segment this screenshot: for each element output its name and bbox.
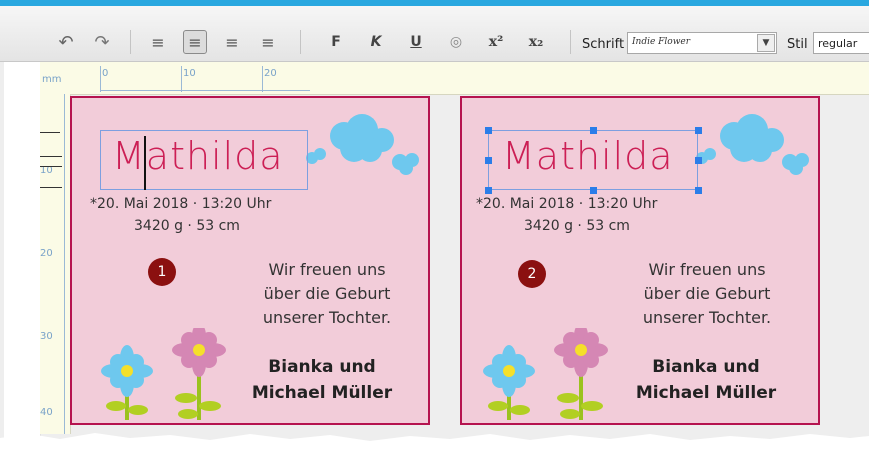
resize-handle[interactable] <box>485 157 492 164</box>
underline-icon: U <box>410 34 422 50</box>
step-badge: 1 <box>148 258 176 286</box>
message-line: Wir freuen uns <box>648 260 766 279</box>
superscript-icon: x² <box>488 34 504 50</box>
font-select-value: Indie Flower <box>632 37 691 47</box>
ruler-label: 20 <box>264 68 277 79</box>
editor-window: ↶ ↷ ≡ ≡ ≡ ≡ F K U ◎ x² x₂ Schrift Indie … <box>0 0 869 452</box>
birth-weight[interactable]: 3420 g · 53 cm <box>134 218 240 234</box>
message-line: Wir freuen uns <box>268 260 386 279</box>
message-line: unserer Tochter. <box>642 308 772 327</box>
margin-mark <box>40 166 62 167</box>
align-left-button[interactable]: ≡ <box>146 30 170 54</box>
resize-handle[interactable] <box>485 127 492 134</box>
toolbar-separator <box>130 30 131 54</box>
italic-icon: K <box>370 34 382 50</box>
align-center-icon: ≡ <box>188 32 202 52</box>
message-line: unserer Tochter. <box>262 308 392 327</box>
resize-handle[interactable] <box>695 157 702 164</box>
bold-icon: F <box>331 34 341 50</box>
cloud-decoration <box>306 114 419 175</box>
chevron-down-icon[interactable]: ▼ <box>757 34 775 52</box>
parents-names[interactable]: Bianka und Michael Müller <box>232 354 412 406</box>
toolbar-separator <box>300 30 301 54</box>
align-justify-button[interactable]: ≡ <box>256 30 280 54</box>
margin-mark <box>40 156 62 157</box>
announcement-text[interactable]: Wir freuen uns über die Geburt unserer T… <box>622 258 792 330</box>
horizontal-ruler: 0 10 20 <box>40 62 869 95</box>
ruler-label: 0 <box>102 68 109 79</box>
align-right-icon: ≡ <box>225 32 239 52</box>
birth-date[interactable]: *20. Mai 2018 · 13:20 Uhr <box>476 196 657 212</box>
baby-name[interactable]: Mathilda <box>112 134 284 178</box>
baby-name[interactable]: Mathilda <box>502 134 674 178</box>
cloud-decoration <box>696 114 809 175</box>
ruler-label: 30 <box>40 331 53 342</box>
style-label: Stil <box>787 37 808 52</box>
font-label: Schrift <box>582 37 625 52</box>
redo-icon: ↷ <box>94 31 110 53</box>
subscript-icon: x₂ <box>528 34 544 50</box>
style-select[interactable]: regular <box>813 32 869 54</box>
announcement-text[interactable]: Wir freuen uns über die Geburt unserer T… <box>242 258 412 330</box>
align-right-button[interactable]: ≡ <box>220 30 244 54</box>
undo-icon: ↶ <box>58 31 74 53</box>
resize-handle[interactable] <box>695 127 702 134</box>
parents-line: Bianka und <box>652 357 760 377</box>
card-2[interactable]: Mathilda *20. Mai 2018 · 13:20 Uhr 3420 … <box>460 96 820 425</box>
align-left-icon: ≡ <box>151 32 165 52</box>
left-margin-strip <box>4 62 41 452</box>
outline-button[interactable]: ◎ <box>444 30 468 54</box>
flower-decoration <box>483 328 608 420</box>
birth-date[interactable]: *20. Mai 2018 · 13:20 Uhr <box>90 196 271 212</box>
parents-line: Michael Müller <box>635 383 777 403</box>
parents-names[interactable]: Bianka und Michael Müller <box>616 354 796 406</box>
ruler-label: 10 <box>183 68 196 79</box>
resize-handle[interactable] <box>590 187 597 194</box>
margin-mark <box>40 187 62 188</box>
ruler-label: 40 <box>40 407 53 418</box>
underline-button[interactable]: U <box>404 30 428 54</box>
message-line: über die Geburt <box>263 284 391 303</box>
torn-edge-decoration <box>0 433 869 452</box>
parents-line: Michael Müller <box>251 383 393 403</box>
ruler-unit: mm <box>40 62 72 94</box>
margin-mark <box>40 132 60 133</box>
text-cursor <box>144 136 146 190</box>
resize-handle[interactable] <box>695 187 702 194</box>
font-select[interactable]: Indie Flower <box>627 32 777 54</box>
flower-decoration <box>101 328 226 420</box>
vertical-ruler: 10 20 30 40 <box>40 94 71 434</box>
step-badge: 2 <box>518 260 546 288</box>
toolbar-separator <box>570 30 571 54</box>
ruler-label: 20 <box>40 248 53 259</box>
card-1[interactable]: Mathilda *20. Mai 2018 · 13:20 Uhr 3420 … <box>70 96 430 425</box>
undo-button[interactable]: ↶ <box>54 30 78 54</box>
message-line: über die Geburt <box>643 284 771 303</box>
resize-handle[interactable] <box>485 187 492 194</box>
align-justify-icon: ≡ <box>261 32 275 52</box>
align-center-button[interactable]: ≡ <box>183 30 207 54</box>
parents-line: Bianka und <box>268 357 376 377</box>
italic-button[interactable]: K <box>364 30 388 54</box>
bold-button[interactable]: F <box>324 30 348 54</box>
redo-button[interactable]: ↷ <box>90 30 114 54</box>
outline-icon: ◎ <box>449 34 463 50</box>
birth-weight[interactable]: 3420 g · 53 cm <box>524 218 630 234</box>
style-select-value: regular <box>818 37 858 50</box>
subscript-button[interactable]: x₂ <box>524 30 548 54</box>
resize-handle[interactable] <box>590 127 597 134</box>
superscript-button[interactable]: x² <box>484 30 508 54</box>
